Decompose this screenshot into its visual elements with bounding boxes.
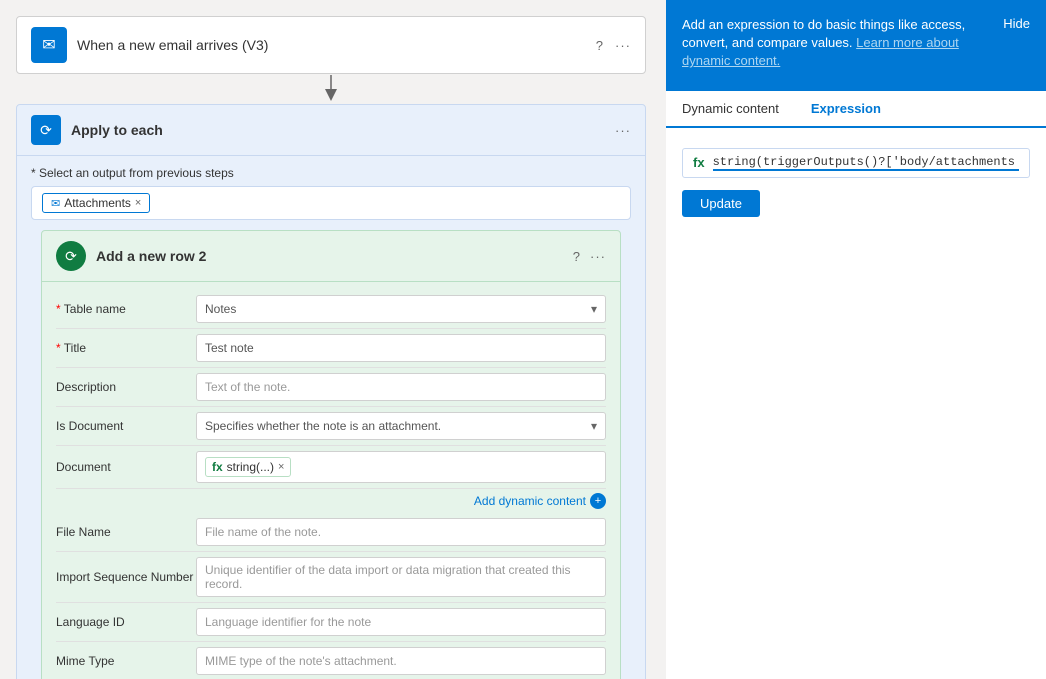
table-name-chevron: ▾: [591, 302, 597, 316]
attachments-chip-label: Attachments: [64, 196, 131, 210]
field-label-title: * Title: [56, 341, 196, 355]
field-row-import-seq: Import Sequence Number Unique identifier…: [56, 552, 606, 603]
field-label-import-seq: Import Sequence Number: [56, 570, 196, 584]
tab-expression[interactable]: Expression: [795, 91, 897, 128]
field-row-description: Description Text of the note.: [56, 368, 606, 407]
is-document-value: Specifies whether the note is an attachm…: [205, 419, 441, 433]
right-panel: Add an expression to do basic things lik…: [666, 0, 1046, 679]
field-input-is-document[interactable]: Specifies whether the note is an attachm…: [196, 412, 606, 440]
panel-top-header: Add an expression to do basic things lik…: [682, 16, 1030, 71]
title-value: Test note: [205, 341, 254, 355]
field-label-mime-type: Mime Type: [56, 654, 196, 668]
trigger-title: When a new email arrives (V3): [77, 37, 268, 53]
main-canvas: ✉ When a new email arrives (V3) ? ··· ⟳ …: [0, 0, 666, 679]
trigger-right: ? ···: [596, 38, 631, 53]
field-label-description: Description: [56, 380, 196, 394]
field-label-language-id: Language ID: [56, 615, 196, 629]
row-title: Add a new row 2: [96, 248, 206, 264]
add-new-row-block: ⟳ Add a new row 2 ? ··· * Table name Not…: [41, 230, 621, 679]
apply-title: Apply to each: [71, 122, 163, 138]
field-input-import-seq[interactable]: Unique identifier of the data import or …: [196, 557, 606, 597]
expression-text[interactable]: string(triggerOutputs()?['body/attachmen…: [713, 155, 1019, 171]
trigger-more-icon[interactable]: ···: [615, 38, 631, 53]
trigger-block: ✉ When a new email arrives (V3) ? ···: [16, 16, 646, 74]
add-dynamic-label[interactable]: Add dynamic content: [474, 494, 586, 508]
is-document-chevron: ▾: [591, 419, 597, 433]
fx-chip: fx string(...) ×: [205, 457, 291, 477]
apply-to-each-block: ⟳ Apply to each ··· * Select an output f…: [16, 104, 646, 679]
language-id-value: Language identifier for the note: [205, 615, 371, 629]
panel-top: Add an expression to do basic things lik…: [666, 0, 1046, 91]
field-input-table-name[interactable]: Notes ▾: [196, 295, 606, 323]
tab-dynamic-content[interactable]: Dynamic content: [666, 91, 795, 128]
description-value: Text of the note.: [205, 380, 290, 394]
fx-panel-label: fx: [693, 155, 705, 170]
field-row-document: Document fx string(...) ×: [56, 446, 606, 489]
field-row-title: * Title Test note: [56, 329, 606, 368]
expression-input-row: fx string(triggerOutputs()?['body/attach…: [682, 148, 1030, 178]
attachments-input[interactable]: ✉ Attachments ×: [31, 186, 631, 220]
field-label-document: Document: [56, 460, 196, 474]
hide-button[interactable]: Hide: [1003, 16, 1030, 31]
row-body: * Table name Notes ▾ * Title Test note: [42, 282, 620, 679]
field-row-language-id: Language ID Language identifier for the …: [56, 603, 606, 642]
field-input-document[interactable]: fx string(...) ×: [196, 451, 606, 483]
email-trigger-icon: ✉: [31, 27, 67, 63]
row-header: ⟳ Add a new row 2 ? ···: [42, 231, 620, 282]
dynamic-content-bar: Add dynamic content +: [56, 489, 606, 513]
field-input-description[interactable]: Text of the note.: [196, 373, 606, 401]
row-more-icon[interactable]: ···: [590, 249, 606, 264]
fx-chip-close[interactable]: ×: [278, 461, 284, 473]
field-label-is-document: Is Document: [56, 419, 196, 433]
table-name-value: Notes: [205, 302, 236, 316]
field-input-language-id[interactable]: Language identifier for the note: [196, 608, 606, 636]
attach-chip-icon: ✉: [51, 197, 60, 210]
apply-more-icon[interactable]: ···: [615, 123, 631, 138]
select-label: * Select an output from previous steps: [31, 166, 631, 180]
panel-top-description: Add an expression to do basic things lik…: [682, 16, 1003, 71]
field-label-file-name: File Name: [56, 525, 196, 539]
field-input-file-name[interactable]: File name of the note.: [196, 518, 606, 546]
attachments-chip: ✉ Attachments ×: [42, 193, 150, 213]
connector-arrow: [16, 74, 646, 104]
attachments-chip-close[interactable]: ×: [135, 197, 141, 209]
fx-value: string(...): [227, 460, 274, 474]
field-label-table-name: * Table name: [56, 302, 196, 316]
field-row-table-name: * Table name Notes ▾: [56, 290, 606, 329]
apply-header-left: ⟳ Apply to each: [31, 115, 163, 145]
import-seq-value: Unique identifier of the data import or …: [205, 563, 597, 591]
panel-tabs: Dynamic content Expression: [666, 91, 1046, 128]
apply-icon: ⟳: [31, 115, 61, 145]
field-row-is-document: Is Document Specifies whether the note i…: [56, 407, 606, 446]
row-header-left: ⟳ Add a new row 2: [56, 241, 206, 271]
row-help-icon[interactable]: ?: [573, 249, 580, 264]
apply-body: * Select an output from previous steps ✉…: [17, 156, 645, 679]
field-row-file-name: File Name File name of the note.: [56, 513, 606, 552]
update-button[interactable]: Update: [682, 190, 760, 217]
trigger-help-icon[interactable]: ?: [596, 38, 603, 53]
panel-content: fx string(triggerOutputs()?['body/attach…: [666, 128, 1046, 679]
field-input-mime-type[interactable]: MIME type of the note's attachment.: [196, 647, 606, 675]
row-header-actions: ? ···: [573, 249, 606, 264]
row-icon: ⟳: [56, 241, 86, 271]
field-input-title[interactable]: Test note: [196, 334, 606, 362]
file-name-value: File name of the note.: [205, 525, 321, 539]
field-row-mime-type: Mime Type MIME type of the note's attach…: [56, 642, 606, 679]
trigger-left: ✉ When a new email arrives (V3): [31, 27, 268, 63]
mime-type-value: MIME type of the note's attachment.: [205, 654, 397, 668]
apply-header: ⟳ Apply to each ···: [17, 105, 645, 156]
fx-label-icon: fx: [212, 460, 223, 474]
add-dynamic-button[interactable]: +: [590, 493, 606, 509]
